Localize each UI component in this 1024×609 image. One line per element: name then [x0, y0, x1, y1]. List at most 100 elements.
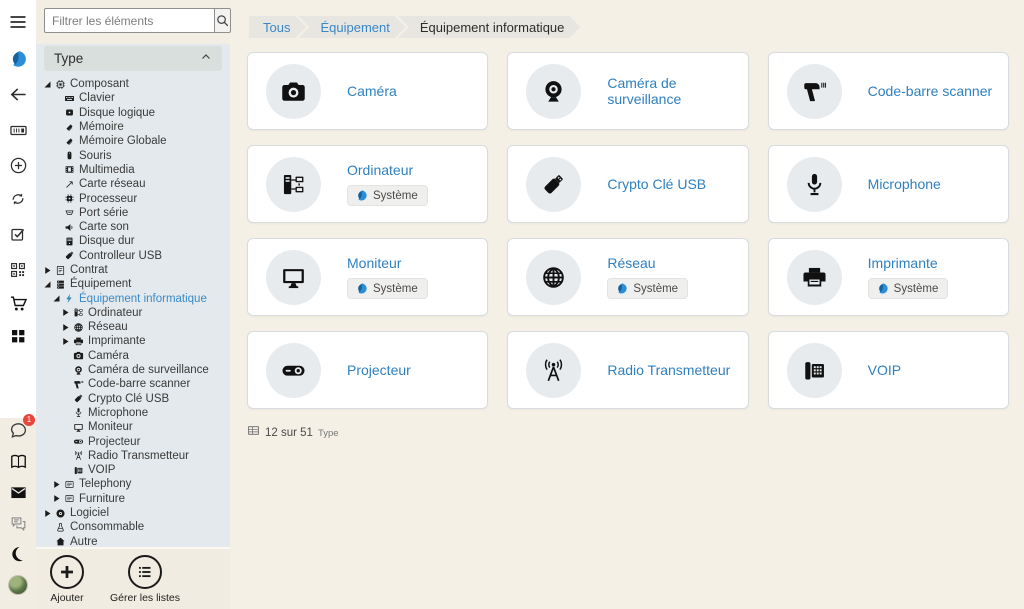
breadcrumb-item--quipement-informatique[interactable]: Équipement informatique: [398, 16, 581, 38]
type-card-moniteur[interactable]: MoniteurSystème: [247, 238, 488, 316]
menu-icon[interactable]: [6, 10, 30, 34]
hdd-icon: [62, 236, 76, 247]
sync-icon[interactable]: [6, 187, 30, 211]
card-icon-circle: [787, 250, 842, 305]
tree-item-disque-logique[interactable]: Disque logique: [42, 106, 230, 120]
serial-icon: [62, 207, 76, 218]
tree-item-cam-ra[interactable]: Caméra: [42, 349, 230, 363]
qr-code-icon[interactable]: [6, 258, 30, 282]
breadcrumb-item-tous[interactable]: Tous: [249, 16, 306, 38]
type-card-code-barre-scanner[interactable]: Code-barre scanner: [768, 52, 1009, 130]
card-label: Radio Transmetteur: [607, 362, 730, 378]
tree-item-logiciel[interactable]: Logiciel: [42, 506, 230, 520]
filter-input[interactable]: [44, 8, 214, 33]
back-arrow-icon[interactable]: [6, 82, 30, 106]
tree-item-projecteur[interactable]: Projecteur: [42, 434, 230, 448]
tree-item-voip[interactable]: VOIP: [42, 463, 230, 477]
search-button[interactable]: [214, 8, 231, 33]
tree-item-clavier[interactable]: Clavier: [42, 91, 230, 105]
type-card-projecteur[interactable]: Projecteur: [247, 331, 488, 409]
tree-item-carte-r-seau[interactable]: Carte réseau: [42, 177, 230, 191]
apps-grid-icon[interactable]: [6, 324, 30, 348]
tree-item-souris[interactable]: Souris: [42, 148, 230, 162]
tree-item-m-moire[interactable]: Mémoire: [42, 120, 230, 134]
tree-item-carte-son[interactable]: Carte son: [42, 220, 230, 234]
breadcrumb-item--quipement[interactable]: Équipement: [298, 16, 405, 38]
tree-item-label: Furniture: [79, 493, 125, 505]
type-panel-header[interactable]: Type: [44, 46, 222, 71]
tree-expander-collapsed-icon[interactable]: [42, 266, 53, 275]
tree-item-label: Imprimante: [88, 335, 146, 347]
type-card-microphone[interactable]: Microphone: [768, 145, 1009, 223]
tree-item-radio-transmetteur[interactable]: Radio Transmetteur: [42, 449, 230, 463]
type-card-imprimante[interactable]: ImprimanteSystème: [768, 238, 1009, 316]
type-card-radio-transmetteur[interactable]: Radio Transmetteur: [507, 331, 748, 409]
result-entity-label: Type: [318, 428, 339, 439]
tree-item-processeur[interactable]: Processeur: [42, 191, 230, 205]
tree-item-moniteur[interactable]: Moniteur: [42, 420, 230, 434]
type-card-cam-ra-de-surveillance[interactable]: Caméra de surveillance: [507, 52, 748, 130]
tree-item-consommable[interactable]: Consommable: [42, 520, 230, 534]
add-button[interactable]: Ajouter: [50, 555, 84, 609]
chat-icon[interactable]: [6, 511, 30, 535]
type-card-ordinateur[interactable]: OrdinateurSystème: [247, 145, 488, 223]
tree-item-multimedia[interactable]: Multimedia: [42, 163, 230, 177]
notifications-icon[interactable]: 1: [6, 418, 30, 442]
equipment-icon: [53, 279, 67, 290]
inbox-icon[interactable]: [6, 480, 30, 504]
tree-expander-collapsed-icon[interactable]: [42, 509, 53, 518]
consumable-icon: [53, 522, 67, 533]
tree-item-r-seau[interactable]: Réseau: [42, 320, 230, 334]
cart-icon[interactable]: [6, 291, 30, 315]
logo-icon: [355, 282, 368, 295]
tree-expander-collapsed-icon[interactable]: [60, 308, 71, 317]
tasks-icon[interactable]: [6, 222, 30, 246]
tree-item-microphone[interactable]: Microphone: [42, 406, 230, 420]
mic-icon: [801, 171, 828, 198]
tree-expander-expanded-icon[interactable]: [42, 280, 53, 289]
type-card-r-seau[interactable]: RéseauSystème: [507, 238, 748, 316]
memory-icon: [62, 136, 76, 147]
tree-item--quipement[interactable]: Équipement: [42, 277, 230, 291]
tree-item-telephony[interactable]: Telephony: [42, 477, 230, 491]
type-card-crypto-cl-usb[interactable]: Crypto Clé USB: [507, 145, 748, 223]
tree-item--quipement-informatique[interactable]: Équipement informatique: [42, 291, 230, 305]
lightning-icon: [62, 293, 76, 304]
manage-lists-button[interactable]: Gérer les listes: [110, 555, 180, 609]
manage-lists-icon: [128, 555, 162, 589]
tree-item-port-s-rie[interactable]: Port série: [42, 206, 230, 220]
type-card-cam-ra[interactable]: Caméra: [247, 52, 488, 130]
tree-item-contrat[interactable]: Contrat: [42, 263, 230, 277]
tree-expander-expanded-icon[interactable]: [51, 294, 62, 303]
tree-item-imprimante[interactable]: Imprimante: [42, 334, 230, 348]
usb-icon: [71, 393, 85, 404]
tree-item-controlleur-usb[interactable]: Controlleur USB: [42, 249, 230, 263]
tree-expander-collapsed-icon[interactable]: [51, 480, 62, 489]
tree-item-composant[interactable]: Composant: [42, 77, 230, 91]
asset-tag-icon[interactable]: [6, 118, 30, 142]
tree-item-disque-dur[interactable]: Disque dur: [42, 234, 230, 248]
tree-item-furniture[interactable]: Furniture: [42, 492, 230, 506]
tree-item-cam-ra-de-surveillance[interactable]: Caméra de surveillance: [42, 363, 230, 377]
type-card-voip[interactable]: VOIP: [768, 331, 1009, 409]
documentation-book-icon[interactable]: [6, 449, 30, 473]
add-circle-icon[interactable]: [6, 153, 30, 177]
tree-expander-collapsed-icon[interactable]: [60, 323, 71, 332]
system-badge-label: Système: [373, 190, 418, 202]
tree-item-m-moire-globale[interactable]: Mémoire Globale: [42, 134, 230, 148]
tree-item-crypto-cl-usb[interactable]: Crypto Clé USB: [42, 392, 230, 406]
tree-expander-collapsed-icon[interactable]: [60, 337, 71, 346]
brand-logo-icon[interactable]: [6, 47, 30, 71]
tree-item-code-barre-scanner[interactable]: Code-barre scanner: [42, 377, 230, 391]
user-avatar[interactable]: [6, 573, 30, 597]
chevron-up-icon[interactable]: [200, 50, 212, 68]
tree-expander-collapsed-icon[interactable]: [51, 494, 62, 503]
panel-action-bar: Ajouter Gérer les listes: [36, 547, 230, 609]
tree-item-label: Clavier: [79, 92, 115, 104]
action-label: Ajouter: [50, 592, 83, 604]
tree-expander-expanded-icon[interactable]: [42, 80, 53, 89]
card-icon-circle: [266, 250, 321, 305]
tree-item-ordinateur[interactable]: Ordinateur: [42, 306, 230, 320]
card-label: Caméra de surveillance: [607, 75, 733, 107]
dark-mode-moon-icon[interactable]: [6, 542, 30, 566]
